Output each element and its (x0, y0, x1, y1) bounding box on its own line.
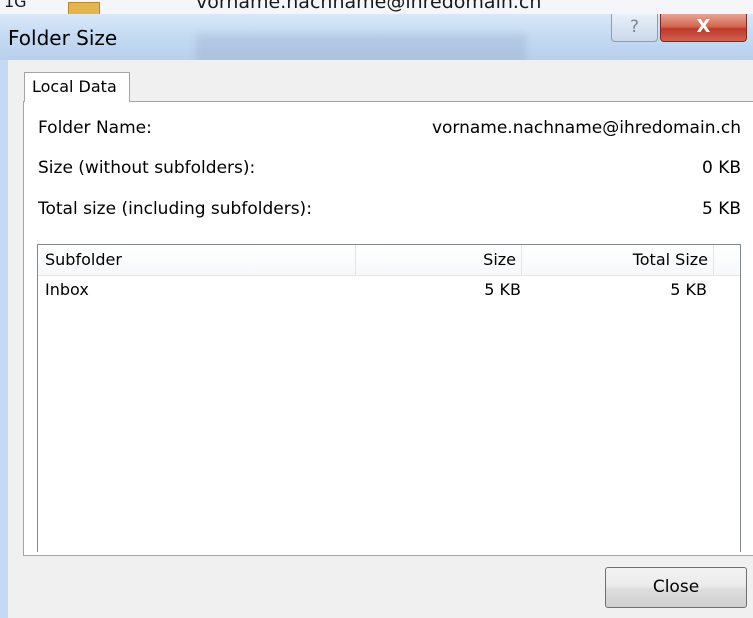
dialog-title: Folder Size (8, 26, 118, 50)
row-total-size: 5 KB (670, 280, 707, 299)
tab-panel: Folder Name: vorname.nachname@ihredomain… (23, 101, 753, 556)
row-size: 5 KB (484, 280, 521, 299)
folder-name-value: vorname.nachname@ihredomain.ch (431, 118, 741, 138)
row-subfolder: Inbox (45, 280, 89, 299)
total-size-value: 5 KB (701, 199, 741, 219)
column-header-size[interactable]: Size (356, 245, 522, 275)
screen: 1G vorname.nachname@ihredomain.ch Folder… (0, 0, 753, 618)
window-close-button[interactable]: X (660, 14, 747, 42)
window-frame-left (0, 60, 8, 618)
subfolder-list[interactable]: Subfolder Size Total Size Inbox 5 KB 5 K… (37, 244, 741, 552)
background-window: 1G vorname.nachname@ihredomain.ch (0, 0, 753, 14)
folder-icon (68, 2, 100, 14)
folder-name-label: Folder Name: (38, 118, 152, 138)
help-icon: ? (629, 17, 640, 37)
tab-local-data[interactable]: Local Data (24, 72, 130, 102)
tab-label: Local Data (32, 77, 117, 96)
size-value: 0 KB (701, 158, 741, 178)
total-size-label: Total size (including subfolders): (38, 199, 312, 219)
help-button[interactable]: ? (611, 14, 658, 42)
size-label: Size (without subfolders): (38, 158, 256, 178)
close-button[interactable]: Close (605, 567, 747, 608)
title-bar[interactable]: Folder Size ? X (0, 14, 753, 60)
column-header-subfolder[interactable]: Subfolder (38, 245, 356, 275)
background-email-text: vorname.nachname@ihredomain.ch (196, 0, 542, 13)
folder-size-dialog: Folder Size ? X Local Data Folder Name: … (0, 14, 753, 618)
column-header-filler (714, 245, 740, 275)
close-icon: X (696, 16, 711, 37)
column-header-total-size[interactable]: Total Size (522, 245, 714, 275)
background-left-text: 1G (4, 0, 27, 11)
titlebar-ghost-text (196, 34, 526, 60)
table-row[interactable]: Inbox 5 KB 5 KB (38, 276, 740, 302)
list-header: Subfolder Size Total Size (38, 245, 740, 276)
